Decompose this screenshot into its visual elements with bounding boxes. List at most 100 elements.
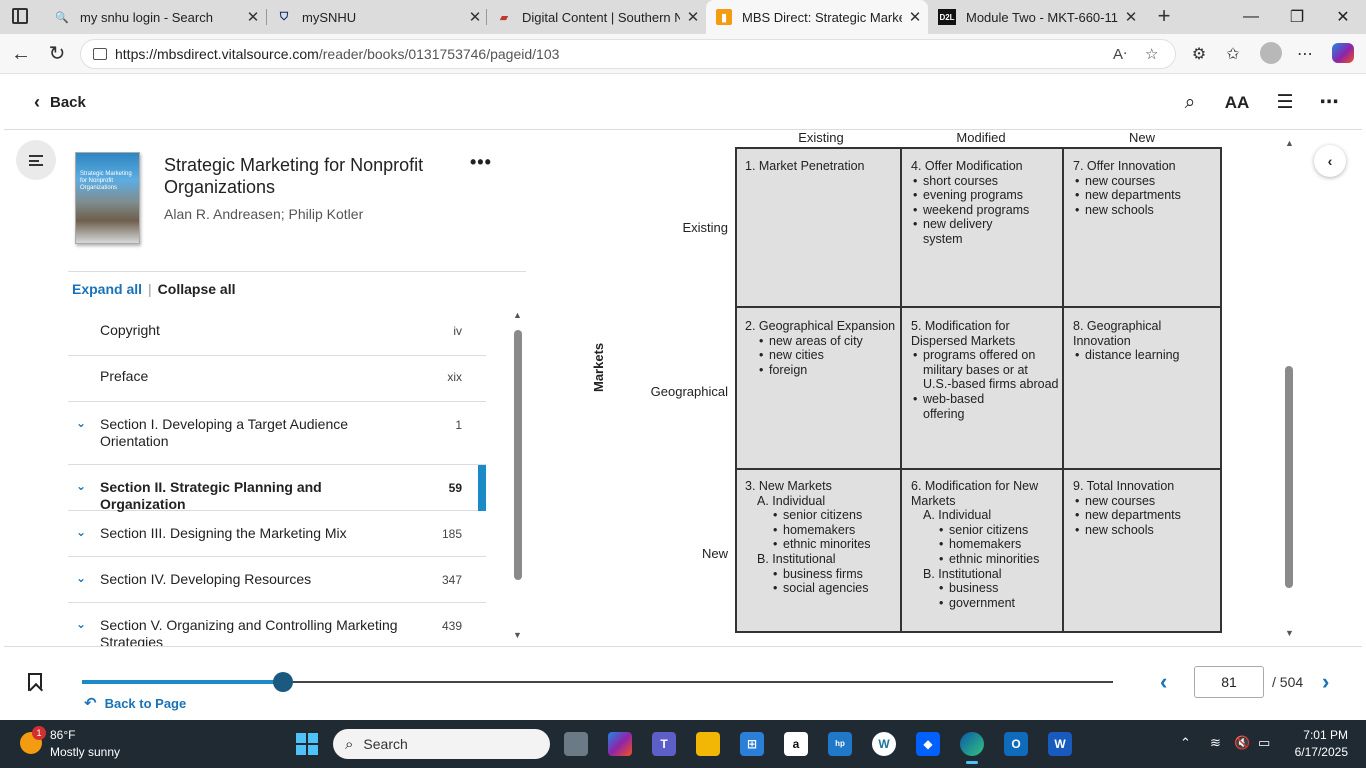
- notes-icon[interactable]: ☰: [1272, 90, 1298, 116]
- tab-mbs-direct[interactable]: ▮ MBS Direct: Strategic Marketing ✕: [706, 0, 928, 34]
- restore-button[interactable]: ❐: [1274, 0, 1320, 34]
- windows-taskbar: 1 86°F Mostly sunny ⌕ Search T ⊞ a hp W …: [0, 720, 1366, 768]
- chevron-down-icon[interactable]: ⌄: [76, 525, 86, 539]
- cell-new-markets: 3. New Markets A. Individual senior citi…: [745, 479, 899, 596]
- chevron-left-icon: ‹: [34, 92, 40, 112]
- tab-snhu-search[interactable]: 🔍 my snhu login - Search ✕: [44, 0, 266, 34]
- chevron-down-icon[interactable]: ⌄: [76, 617, 86, 631]
- file-explorer-icon[interactable]: [696, 732, 720, 756]
- bookmark-icon: ▮: [716, 9, 732, 25]
- search-icon: ⌕: [345, 735, 354, 753]
- toc-item-section-4[interactable]: ⌄ Section IV. Developing Resources 347: [68, 557, 486, 603]
- close-icon[interactable]: ✕: [680, 8, 706, 26]
- taskbar-search[interactable]: ⌕ Search: [333, 729, 550, 759]
- tab-digital-content[interactable]: ▰ Digital Content | Southern New ✕: [486, 0, 706, 34]
- next-page-icon[interactable]: ›: [1322, 669, 1329, 695]
- page-scrollbar[interactable]: ▲ ▼: [1284, 138, 1294, 638]
- copilot-app-icon[interactable]: [608, 732, 632, 756]
- book-more-icon[interactable]: •••: [470, 152, 492, 173]
- url-host: https://mbsdirect.vitalsource.com: [115, 46, 319, 62]
- more-options-icon[interactable]: ⋯: [1294, 44, 1316, 66]
- word-icon[interactable]: W: [1048, 732, 1072, 756]
- clock-time[interactable]: 7:01 PM: [1296, 728, 1348, 742]
- toc-item-preface[interactable]: Preface xix: [68, 356, 486, 402]
- toc-item-section-3[interactable]: ⌄ Section III. Designing the Marketing M…: [68, 511, 486, 557]
- toc-item-section-1[interactable]: ⌄ Section I. Developing a Target Audienc…: [68, 402, 486, 465]
- outlook-icon[interactable]: O: [1004, 732, 1028, 756]
- close-icon[interactable]: ✕: [240, 8, 266, 26]
- amazon-icon[interactable]: a: [784, 732, 808, 756]
- url-path: /reader/books/0131753746/pageid/103: [318, 46, 560, 62]
- tab-mysnhu[interactable]: ⛉ mySNHU ✕: [266, 0, 488, 34]
- col-head-existing: Existing: [798, 130, 844, 145]
- extensions-icon[interactable]: ⚙: [1188, 44, 1210, 66]
- tab-actions-icon[interactable]: [12, 8, 28, 24]
- expand-all-link[interactable]: Expand all: [72, 281, 142, 297]
- scroll-up-icon[interactable]: ▲: [513, 310, 522, 320]
- myhp-icon[interactable]: hp: [828, 732, 852, 756]
- close-window-button[interactable]: ✕: [1320, 0, 1366, 34]
- tab-module-two[interactable]: D2L Module Two - MKT-660-1155 ✕: [928, 0, 1144, 34]
- profile-avatar[interactable]: [1260, 42, 1282, 64]
- back-arrow-icon[interactable]: ←: [8, 42, 34, 66]
- close-icon[interactable]: ✕: [462, 8, 488, 26]
- volume-muted-icon[interactable]: 🔇: [1234, 735, 1250, 751]
- scrollbar-thumb[interactable]: [1285, 366, 1293, 588]
- task-view-icon[interactable]: [564, 732, 588, 756]
- back-to-page-link[interactable]: ↶ Back to Page: [84, 694, 186, 712]
- close-icon[interactable]: ✕: [902, 8, 928, 26]
- reader-footer: ↶ Back to Page ‹ / 504 ›: [4, 646, 1362, 720]
- divider: [68, 271, 526, 272]
- scroll-up-icon[interactable]: ▲: [1285, 138, 1294, 148]
- collapse-panel-button[interactable]: ‹: [1314, 145, 1346, 177]
- col-head-new: New: [1128, 130, 1155, 145]
- book-page: Existing Modified New Markets Existing G…: [526, 130, 1362, 646]
- toc-item-section-2[interactable]: ⌄ Section II. Strategic Planning and Org…: [68, 465, 486, 512]
- chevron-down-icon[interactable]: ⌄: [76, 479, 86, 493]
- row-label-geographical: Geographical: [650, 384, 728, 399]
- scroll-down-icon[interactable]: ▼: [1285, 628, 1294, 638]
- refresh-icon[interactable]: ↻: [44, 42, 70, 66]
- search-icon[interactable]: ⌕: [1177, 90, 1203, 116]
- wifi-icon[interactable]: ≋: [1210, 735, 1221, 751]
- text-size-icon[interactable]: AA: [1224, 90, 1250, 116]
- page-number-input[interactable]: [1194, 666, 1264, 698]
- favorite-star-icon[interactable]: ☆: [1145, 45, 1158, 63]
- more-icon[interactable]: ⋯: [1316, 90, 1342, 116]
- url-field[interactable]: https://mbsdirect.vitalsource.com/reader…: [80, 39, 1176, 69]
- weather-temperature[interactable]: 86°F: [50, 728, 75, 742]
- back-button[interactable]: ‹ Back: [34, 92, 86, 113]
- dropbox-icon[interactable]: ◆: [916, 732, 940, 756]
- menu-icon[interactable]: [16, 140, 56, 180]
- read-aloud-icon[interactable]: Aᐧ: [1113, 45, 1127, 63]
- toc-item-copyright[interactable]: Copyright iv: [68, 310, 486, 356]
- microsoft-store-icon[interactable]: ⊞: [740, 732, 764, 756]
- chevron-down-icon[interactable]: ⌄: [76, 571, 86, 585]
- collapse-all-link[interactable]: Collapse all: [158, 281, 236, 297]
- scrollbar-thumb[interactable]: [514, 330, 522, 580]
- clock-date[interactable]: 6/17/2025: [1286, 745, 1348, 759]
- cell-offer-innovation: 7. Offer Innovation new courses new depa…: [1073, 159, 1223, 217]
- edge-browser-icon[interactable]: [960, 732, 984, 764]
- copilot-icon[interactable]: [1332, 43, 1354, 63]
- battery-icon[interactable]: ▭: [1258, 735, 1270, 751]
- teams-icon[interactable]: T: [652, 732, 676, 756]
- markets-axis-label: Markets: [591, 342, 606, 392]
- new-tab-button[interactable]: +: [1152, 4, 1176, 28]
- bookmark-icon[interactable]: [28, 673, 42, 691]
- favorites-icon[interactable]: ✩: [1222, 44, 1244, 66]
- close-icon[interactable]: ✕: [1118, 8, 1144, 26]
- previous-page-icon[interactable]: ‹: [1160, 669, 1167, 695]
- chevron-up-icon[interactable]: ⌃: [1180, 735, 1191, 751]
- minimize-button[interactable]: —: [1228, 0, 1274, 34]
- page-slider-thumb[interactable]: [273, 672, 294, 692]
- start-button[interactable]: [296, 733, 318, 755]
- chevron-down-icon[interactable]: ⌄: [76, 416, 86, 430]
- weather-description[interactable]: Mostly sunny: [50, 745, 120, 759]
- cell-modification-new-markets: 6. Modification for New Markets A. Indiv…: [911, 479, 1061, 610]
- wordpress-icon[interactable]: W: [872, 732, 896, 756]
- toc-scrollbar[interactable]: ▲ ▼: [513, 310, 522, 640]
- scroll-down-icon[interactable]: ▼: [513, 630, 522, 640]
- cell-geographical-innovation: 8. Geographical Innovation distance lear…: [1073, 319, 1223, 363]
- toc-item-section-5[interactable]: ⌄ Section V. Organizing and Controlling …: [68, 603, 486, 646]
